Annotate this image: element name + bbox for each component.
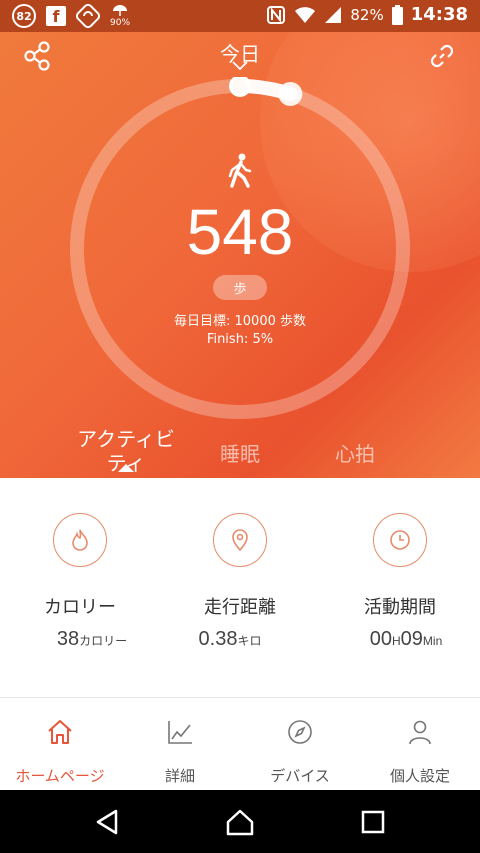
calories-label: カロリー — [44, 597, 116, 618]
step-unit-pill: 歩 — [213, 275, 267, 300]
square-icon — [361, 810, 385, 834]
distance-number: 0.38 — [198, 628, 238, 650]
system-navigation-bar — [0, 790, 480, 853]
tab-sleep[interactable]: 睡眠 — [200, 438, 280, 467]
home-house-icon — [226, 809, 254, 836]
nav-profile-label: 個人設定 — [389, 767, 450, 785]
calories-icon-circle — [53, 513, 107, 567]
calories-number: 38 — [56, 628, 80, 650]
nav-details[interactable]: 詳細 — [120, 698, 240, 790]
back-button[interactable] — [91, 806, 123, 838]
weather-indicator: 90% — [110, 4, 130, 28]
tab-heart-rate[interactable]: 心拍 — [315, 438, 395, 467]
battery-percent: 82% — [350, 5, 384, 24]
nav-home[interactable]: ホームページ — [0, 698, 120, 790]
nav-home-label: ホームページ — [15, 767, 105, 785]
person-icon — [409, 720, 431, 745]
back-triangle-icon — [96, 809, 118, 835]
chevron-down-icon[interactable] — [230, 60, 250, 72]
duration-minutes: 09 — [400, 628, 423, 650]
compass-icon — [288, 720, 312, 744]
clock-icon — [390, 530, 410, 550]
duration-minutes-unit: Min — [422, 634, 443, 648]
chart-icon — [168, 721, 192, 744]
link-icon — [430, 44, 454, 68]
nav-details-label: 詳細 — [164, 767, 195, 785]
umbrella-icon — [113, 5, 127, 16]
progress-knob — [278, 81, 303, 106]
duration-hours-unit: H — [391, 634, 401, 648]
location-pin-icon — [232, 529, 248, 552]
home-system-button[interactable] — [224, 806, 256, 838]
duration-icon-circle — [373, 513, 427, 567]
signal-icon — [325, 6, 342, 23]
wifi-icon — [295, 6, 316, 23]
bottom-navigation: ホームページ 詳細 デバイス 個人設定 — [0, 698, 480, 790]
nav-devices[interactable]: デバイス — [240, 698, 360, 790]
nav-profile[interactable]: 個人設定 — [360, 698, 480, 790]
distance-value: 0.38キロ — [150, 628, 310, 651]
facebook-icon: f — [46, 6, 66, 26]
distance-icon-circle — [213, 513, 267, 567]
stats-panel: カロリー 走行距離 活動期間 38カロリー 0.38キロ 00H09Min — [0, 478, 480, 698]
calories-value: 38カロリー — [12, 628, 172, 651]
activity-hero: 今日 548 歩 毎日目標: 10000 歩数 Finish: 5% アクティビ… — [0, 32, 480, 478]
home-icon — [48, 720, 72, 744]
calories-unit: カロリー — [79, 634, 128, 648]
flame-icon — [72, 529, 88, 551]
distance-unit: キロ — [237, 634, 262, 648]
active-tab-indicator — [118, 464, 134, 472]
distance-label: 走行距離 — [204, 597, 276, 618]
sync-app-icon — [76, 4, 100, 28]
walking-person-icon — [228, 153, 252, 188]
notification-badge-icon: 82 — [12, 4, 36, 28]
status-bar: 82 f 90% 82% 14:38 — [0, 0, 480, 32]
duration-value: 00H09Min — [326, 628, 480, 651]
duration-hours: 00 — [369, 628, 392, 650]
nfc-icon — [267, 5, 286, 24]
duration-label: 活動期間 — [364, 597, 436, 618]
link-button[interactable] — [422, 36, 462, 76]
finish-percent: Finish: 5% — [206, 332, 274, 347]
battery-icon — [391, 4, 403, 25]
daily-goal: 毎日目標: 10000 歩数 — [174, 314, 306, 329]
recents-button[interactable] — [357, 806, 389, 838]
weather-value: 90% — [110, 18, 131, 28]
nav-devices-label: デバイス — [270, 767, 330, 785]
step-count: 548 — [186, 196, 294, 268]
clock-time: 14:38 — [410, 4, 468, 25]
